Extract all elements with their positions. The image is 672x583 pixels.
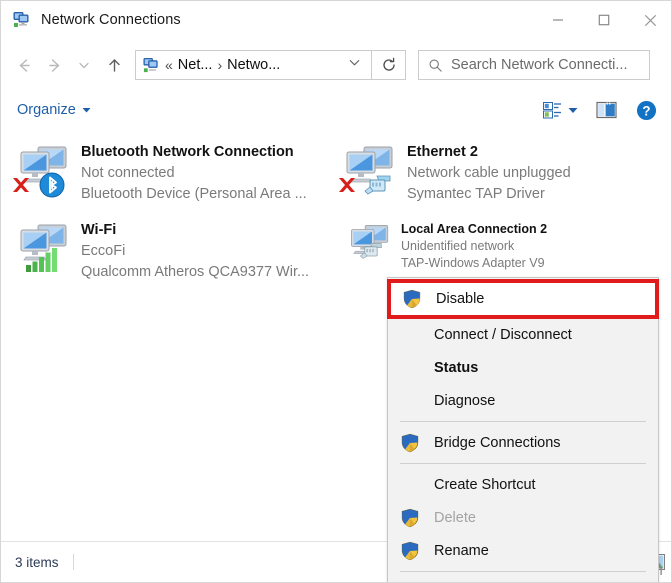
window-title: Network Connections	[41, 12, 181, 28]
search-input[interactable]: Search Network Connecti...	[451, 57, 628, 73]
context-menu-separator	[400, 421, 646, 422]
context-menu-item-create-shortcut[interactable]: Create Shortcut	[388, 468, 658, 501]
connection-text-group: Bluetooth Network Connection Not connect…	[81, 142, 307, 211]
context-menu-item-properties[interactable]: Properties	[388, 576, 658, 583]
breadcrumb-item-1[interactable]: Netwo...	[227, 57, 280, 73]
breadcrumb-item-0[interactable]: Net...	[178, 57, 213, 73]
connection-device: Qualcomm Atheros QCA9377 Wir...	[81, 262, 309, 283]
context-menu-label: Bridge Connections	[434, 435, 561, 451]
connection-device: TAP-Windows Adapter V9	[401, 255, 547, 272]
context-menu-separator	[400, 571, 646, 572]
search-icon	[428, 58, 443, 73]
connection-text-group: Ethernet 2 Network cable unplugged Syman…	[407, 142, 571, 211]
breadcrumb-lead-separator: «	[160, 57, 178, 73]
uac-shield-icon	[400, 433, 420, 453]
item-count-label: 3 items	[15, 555, 59, 570]
red-x-icon	[335, 173, 359, 202]
context-menu-label: Connect / Disconnect	[434, 327, 572, 343]
context-menu-item-bridge-connections[interactable]: Bridge Connections	[388, 426, 658, 459]
preview-pane-icon[interactable]	[596, 101, 618, 120]
back-arrow-icon[interactable]	[9, 49, 39, 81]
organize-label: Organize	[17, 102, 76, 118]
ethernet-plug-icon	[361, 173, 393, 202]
view-caret-down-icon[interactable]	[568, 107, 578, 114]
connection-item-wi-fi[interactable]: Wi-Fi EccoFi Qualcomm Atheros QCA9377 Wi…	[5, 211, 315, 289]
minimize-button[interactable]	[535, 1, 581, 39]
context-menu-item-connect-disconnect[interactable]: Connect / Disconnect	[388, 318, 658, 351]
uac-shield-icon	[402, 289, 422, 309]
context-menu-item-rename[interactable]: Rename	[388, 534, 658, 567]
connection-name: Ethernet 2	[407, 142, 571, 163]
connection-name: Wi-Fi	[81, 220, 309, 241]
organize-button[interactable]: Organize	[17, 102, 91, 118]
no-icon-spacer	[400, 475, 420, 495]
context-menu-item-disable[interactable]: Disable	[390, 282, 656, 316]
context-menu-label: Create Shortcut	[434, 477, 536, 493]
command-bar-right-group: ?	[543, 100, 672, 121]
close-button[interactable]	[627, 1, 672, 39]
connection-device: Symantec TAP Driver	[407, 184, 571, 205]
uac-shield-icon	[400, 541, 420, 561]
bluetooth-icon	[39, 172, 65, 203]
wifi-signal-icon	[25, 247, 59, 278]
connection-name: Bluetooth Network Connection	[81, 142, 307, 163]
address-bar-network-connections-icon	[143, 57, 160, 74]
navigation-bar: « Net... › Netwo... Searc	[1, 39, 672, 91]
maximize-button[interactable]	[581, 1, 627, 39]
up-arrow-icon[interactable]	[99, 49, 129, 81]
command-bar: Organize	[1, 91, 672, 130]
help-icon[interactable]: ?	[636, 100, 657, 121]
context-menu: Disable Connect / Disconnect Status Diag…	[387, 277, 659, 583]
search-box[interactable]: Search Network Connecti...	[418, 50, 650, 80]
no-icon-spacer	[400, 358, 420, 378]
network-connections-icon	[13, 11, 31, 29]
connection-item-bluetooth-network-connection[interactable]: Bluetooth Network Connection Not connect…	[5, 133, 315, 211]
context-menu-label: Diagnose	[434, 393, 495, 409]
context-menu-label: Delete	[434, 510, 476, 526]
connection-device: Bluetooth Device (Personal Area ...	[81, 184, 307, 205]
context-menu-label: Disable	[436, 291, 484, 307]
connection-name: Local Area Connection 2	[401, 221, 547, 238]
connection-status: Network cable unplugged	[407, 163, 571, 184]
connection-status: Not connected	[81, 163, 307, 184]
no-icon-spacer	[400, 325, 420, 345]
context-menu-label: Rename	[434, 543, 489, 559]
forward-arrow-icon[interactable]	[39, 49, 69, 81]
connection-text-group: Wi-Fi EccoFi Qualcomm Atheros QCA9377 Wi…	[81, 220, 309, 289]
red-x-icon	[9, 173, 33, 202]
context-menu-label: Status	[434, 360, 478, 376]
recent-locations-chevron-down-icon[interactable]	[69, 49, 99, 81]
uac-shield-icon	[400, 508, 420, 528]
status-divider	[73, 554, 74, 570]
connection-status: EccoFi	[81, 241, 309, 262]
breadcrumb-separator: ›	[212, 57, 227, 73]
refresh-button[interactable]	[372, 50, 406, 80]
connection-item-ethernet-2[interactable]: Ethernet 2 Network cable unplugged Syman…	[331, 133, 641, 211]
ethernet-plug-icon	[357, 241, 384, 266]
address-bar[interactable]: « Net... › Netwo...	[135, 50, 372, 80]
context-menu-item-diagnose[interactable]: Diagnose	[388, 384, 658, 417]
svg-text:?: ?	[642, 103, 650, 118]
address-chevron-down-icon[interactable]	[348, 56, 361, 74]
network-connections-window: Network Connections	[0, 0, 672, 583]
caret-down-icon	[82, 107, 91, 114]
title-bar: Network Connections	[1, 1, 672, 39]
context-menu-item-delete: Delete	[388, 501, 658, 534]
connection-status: Unidentified network	[401, 238, 547, 255]
context-menu-item-status[interactable]: Status	[388, 351, 658, 384]
context-menu-separator	[400, 463, 646, 464]
no-icon-spacer	[400, 391, 420, 411]
change-view-icon[interactable]	[543, 101, 564, 120]
